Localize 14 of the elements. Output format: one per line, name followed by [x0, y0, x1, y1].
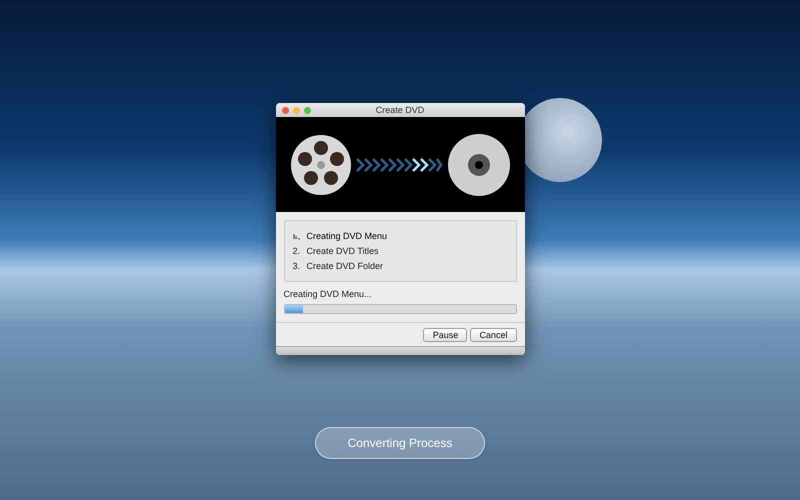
- zoom-button[interactable]: [304, 106, 310, 114]
- dialog-button[interactable]: Cancel: [470, 328, 516, 342]
- step-number: 2.: [292, 246, 300, 256]
- film-reel-icon: [290, 134, 352, 196]
- dialog-button[interactable]: Pause: [423, 328, 468, 342]
- minimize-button[interactable]: [292, 106, 300, 114]
- step-label: Create DVD Titles: [306, 246, 379, 256]
- step-label: Create DVD Folder: [306, 262, 384, 270]
- step-number: 3.: [292, 262, 300, 270]
- step-label: Creating DVD Menu: [306, 232, 388, 240]
- disc-icon: [446, 132, 510, 196]
- window-title: Create DVD: [376, 106, 424, 114]
- close-button[interactable]: [282, 106, 288, 114]
- status-text: Creating DVD Menu...: [284, 290, 373, 299]
